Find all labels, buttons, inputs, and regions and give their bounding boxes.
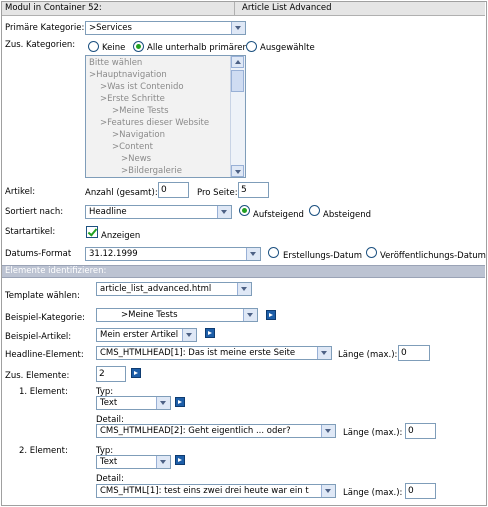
list-item[interactable]: >Navigation xyxy=(112,130,165,140)
chevron-down-icon xyxy=(321,425,335,437)
radio-ausgewaehlte-label: Ausgewählte xyxy=(260,43,315,53)
module-header: Modul in Container 52: Article List Adva… xyxy=(2,2,485,16)
template-select[interactable]: article_list_advanced.html xyxy=(96,282,252,296)
radio-aufsteigend[interactable] xyxy=(239,205,250,216)
date-format-label: Datums-Format xyxy=(5,249,72,259)
radio-alle-unterhalb-label: Alle unterhalb primärer xyxy=(147,43,246,53)
chevron-down-icon xyxy=(246,248,260,260)
sort-select[interactable]: Headline xyxy=(85,205,232,219)
go-arrow-icon[interactable] xyxy=(175,455,185,465)
identify-section-title: Elemente identifizieren: xyxy=(5,266,107,276)
list-item[interactable]: >Bildergalerie xyxy=(121,166,182,176)
radio-keine[interactable] xyxy=(88,41,99,52)
element-2-label: 2. Element: xyxy=(19,446,68,456)
listbox-scrollbar[interactable] xyxy=(230,56,245,177)
date-format-select[interactable]: 31.12.1999 xyxy=(85,247,261,261)
list-item[interactable]: >Content xyxy=(112,142,153,152)
extra-elements-label: Zus. Elemente: xyxy=(5,371,70,381)
chevron-down-icon xyxy=(182,329,196,341)
list-item[interactable]: >Was ist Contenido xyxy=(100,82,184,92)
scroll-down-icon[interactable] xyxy=(231,165,244,177)
identify-section-bar: Elemente identifizieren: xyxy=(2,265,485,278)
element-1-length-input[interactable]: 0 xyxy=(405,423,436,439)
example-article-label: Beispiel-Artikel: xyxy=(5,332,72,342)
module-name: Article List Advanced xyxy=(242,3,332,13)
start-article-label: Startartikel: xyxy=(5,227,56,237)
radio-erstellungs-datum-label: Erstellungs-Datum xyxy=(283,251,362,261)
primary-category-label: Primäre Kategorie: xyxy=(5,23,85,33)
radio-veroeffentlichungs-datum-label: Veröffentlichungs-Datum xyxy=(380,251,486,261)
header-divider xyxy=(234,2,235,15)
articles-total-label: Anzahl (gesamt): xyxy=(85,188,158,198)
chevron-down-icon xyxy=(156,456,170,468)
chevron-down-icon xyxy=(231,22,245,34)
articles-label: Artikel: xyxy=(5,187,36,197)
radio-veroeffentlichungs-datum[interactable] xyxy=(366,247,377,258)
radio-alle-unterhalb[interactable] xyxy=(133,41,144,52)
headline-length-label: Länge (max.): xyxy=(338,350,398,360)
primary-category-select[interactable]: >Services xyxy=(85,21,246,35)
radio-keine-label: Keine xyxy=(102,43,126,53)
go-arrow-icon[interactable] xyxy=(175,397,185,407)
go-arrow-icon[interactable] xyxy=(205,328,215,338)
chevron-down-icon xyxy=(321,485,335,497)
radio-erstellungs-datum[interactable] xyxy=(268,247,279,258)
chevron-down-icon xyxy=(217,206,231,218)
element-2-length-label: Länge (max.): xyxy=(343,488,403,498)
sort-label: Sortiert nach: xyxy=(5,207,64,217)
element-1-label: 1. Element: xyxy=(19,387,68,397)
extra-elements-input[interactable]: 2 xyxy=(96,366,126,382)
go-arrow-icon[interactable] xyxy=(131,368,141,378)
element-1-length-label: Länge (max.): xyxy=(343,428,403,438)
element-2-detail-label: Detail: xyxy=(96,474,124,484)
articles-per-page-label: Pro Seite: xyxy=(197,188,238,198)
template-label: Template wählen: xyxy=(5,291,80,301)
start-article-checkbox[interactable] xyxy=(86,226,98,238)
radio-aufsteigend-label: Aufsteigend xyxy=(253,210,304,220)
articles-per-page-input[interactable]: 5 xyxy=(238,182,269,198)
additional-categories-label: Zus. Kategorien: xyxy=(5,40,76,50)
list-item[interactable]: >Erste Schritte xyxy=(100,94,165,104)
articles-total-input[interactable]: 0 xyxy=(158,182,189,198)
list-item[interactable]: >Features dieser Website xyxy=(100,118,209,128)
headline-length-input[interactable]: 0 xyxy=(398,345,430,361)
element-2-detail-select[interactable]: CMS_HTML[1]: test eins zwei drei heute w… xyxy=(96,484,336,498)
chevron-down-icon xyxy=(237,283,251,295)
radio-absteigend[interactable] xyxy=(309,205,320,216)
element-2-type-select[interactable]: Text xyxy=(96,455,171,469)
example-category-select[interactable]: >Meine Tests xyxy=(96,308,258,322)
container-title: Modul in Container 52: xyxy=(5,3,102,13)
example-article-select[interactable]: Mein erster Artikel xyxy=(96,328,197,342)
chevron-down-icon xyxy=(243,309,257,321)
scroll-up-icon[interactable] xyxy=(231,56,244,68)
radio-ausgewaehlte[interactable] xyxy=(246,41,257,52)
start-article-checkbox-label: Anzeigen xyxy=(101,231,141,241)
chevron-down-icon xyxy=(156,397,170,409)
element-2-length-input[interactable]: 0 xyxy=(405,483,436,499)
element-1-type-select[interactable]: Text xyxy=(96,396,171,410)
go-arrow-icon[interactable] xyxy=(266,310,276,320)
list-item[interactable]: Bitte wählen xyxy=(89,58,142,68)
list-item[interactable]: >Meine Tests xyxy=(112,106,169,116)
chevron-down-icon xyxy=(317,347,331,359)
headline-element-select[interactable]: CMS_HTMLHEAD[1]: Das ist meine erste Sei… xyxy=(96,346,332,360)
radio-absteigend-label: Absteigend xyxy=(323,210,371,220)
scroll-thumb[interactable] xyxy=(231,70,244,92)
list-item[interactable]: >Hauptnavigation xyxy=(89,70,167,80)
category-listbox[interactable]: Bitte wählen >Hauptnavigation >Was ist C… xyxy=(85,55,246,178)
example-category-label: Beispiel-Kategorie: xyxy=(5,313,86,323)
headline-element-label: Headline-Element: xyxy=(5,350,84,360)
element-1-detail-select[interactable]: CMS_HTMLHEAD[2]: Geht eigentlich ... ode… xyxy=(96,424,336,438)
list-item[interactable]: >News xyxy=(121,154,151,164)
